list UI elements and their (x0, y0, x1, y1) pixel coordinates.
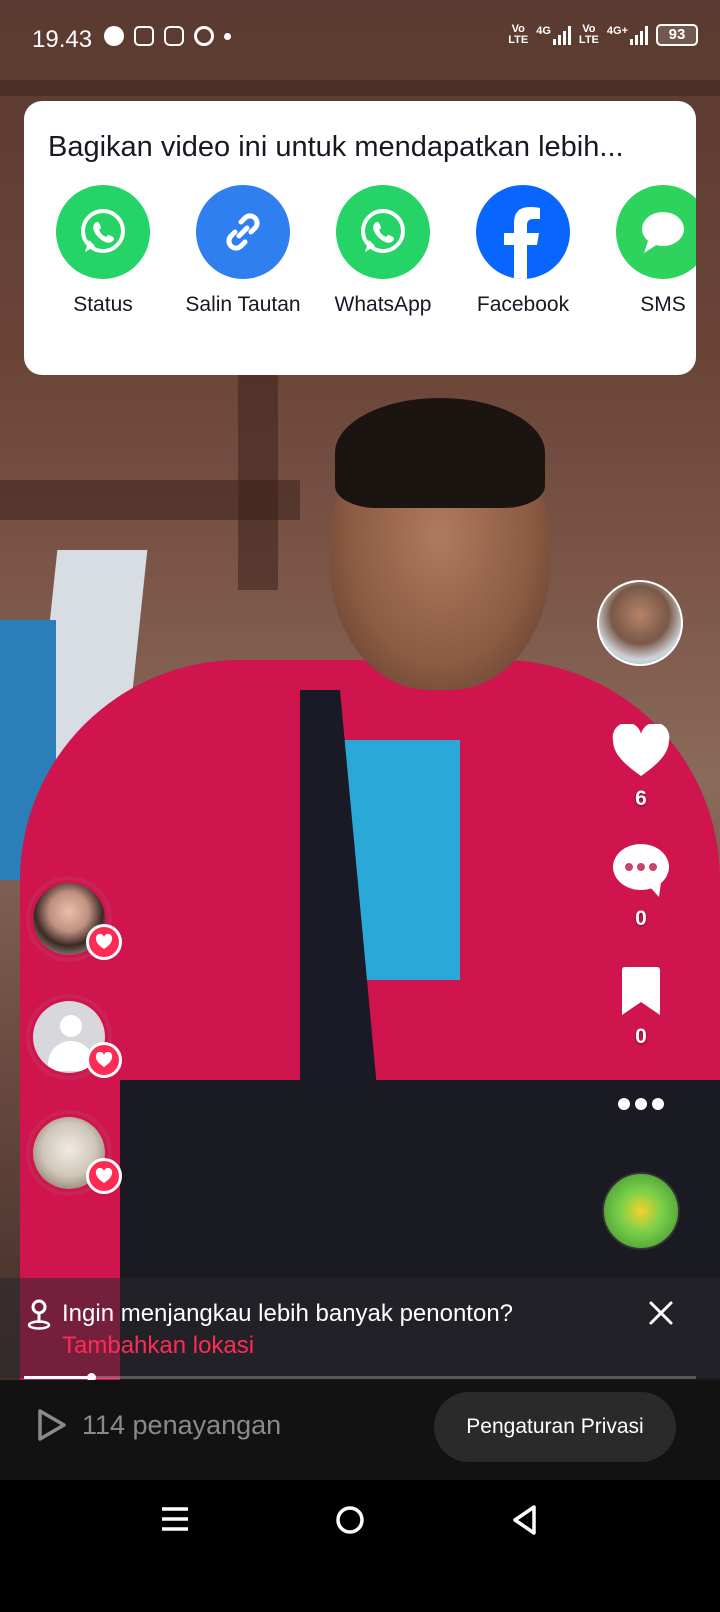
add-location-banner: Ingin menjangkau lebih banyak penonton? … (0, 1278, 720, 1378)
system-status-icons: Vo LTE 4G Vo LTE 4G+ 93 (508, 24, 698, 46)
whatsapp-status-icon (56, 185, 150, 279)
facebook-icon (476, 185, 570, 279)
bookmark-icon (622, 967, 660, 1015)
music-disc-icon[interactable] (602, 1172, 680, 1250)
whatsapp-icon (336, 185, 430, 279)
notification-app-icon (134, 26, 154, 46)
battery-indicator: 93 (656, 24, 698, 46)
view-count-text: 114 penayangan (82, 1409, 282, 1440)
liker-avatar (26, 1110, 122, 1196)
share-facebook-button[interactable]: Facebook (458, 185, 588, 317)
signal-2: 4G+ (607, 25, 648, 45)
comment-button[interactable]: 0 (600, 842, 682, 931)
location-pin-icon (27, 1299, 51, 1330)
heart-icon (612, 722, 670, 776)
liker-avatar (26, 876, 122, 962)
bottom-panel: 114 penayangan Pengaturan Privasi (0, 1380, 720, 1480)
status-time: 19.43 (32, 26, 93, 53)
link-icon (196, 185, 290, 279)
share-sheet: Bagikan video ini untuk mendapatkan lebi… (24, 101, 696, 375)
share-whatsapp-status-button[interactable]: Status (38, 185, 168, 317)
share-whatsapp-button[interactable]: WhatsApp (318, 185, 448, 317)
background-beam (238, 370, 278, 590)
heart-badge-icon (86, 1042, 122, 1078)
menu-icon[interactable] (160, 1504, 190, 1534)
share-copy-link-button[interactable]: Salin Tautan (178, 185, 308, 317)
notification-circle-icon (104, 26, 124, 46)
share-item-label: Status (73, 293, 133, 316)
add-location-link[interactable]: Tambahkan lokasi (62, 1332, 254, 1360)
status-bar: 19.43 Vo LTE 4G Vo LTE 4G+ 93 (0, 0, 720, 80)
save-count: 0 (635, 1025, 647, 1048)
like-count: 6 (635, 787, 647, 810)
video-subject-hair (335, 398, 545, 508)
share-sms-button[interactable]: SMS (598, 185, 696, 317)
privacy-settings-button[interactable]: Pengaturan Privasi (434, 1392, 676, 1462)
location-prompt-text: Ingin menjangkau lebih banyak penonton? (62, 1300, 514, 1327)
notification-icons (104, 26, 231, 46)
more-options-button[interactable] (600, 1096, 682, 1117)
like-button[interactable]: 6 (600, 722, 682, 811)
signal-bars-1-icon (552, 25, 571, 45)
heart-badge-icon (86, 1158, 122, 1194)
share-sheet-title: Bagikan video ini untuk mendapatkan lebi… (48, 131, 624, 163)
notification-ring-icon (194, 26, 214, 46)
instagram-icon (164, 26, 184, 46)
play-icon (38, 1409, 66, 1441)
heart-badge-icon (86, 924, 122, 960)
share-item-label: WhatsApp (334, 293, 432, 316)
view-count: 114 penayangan (36, 1408, 281, 1442)
close-icon[interactable] (648, 1300, 674, 1326)
signal-1: 4G (536, 25, 571, 45)
video-progress-bar[interactable] (24, 1373, 696, 1382)
video-progress-fill (24, 1376, 92, 1379)
sms-icon (616, 185, 696, 279)
back-icon[interactable] (510, 1504, 540, 1536)
background-plank (0, 80, 720, 96)
liker-avatar-placeholder (26, 994, 122, 1080)
save-button[interactable]: 0 (600, 966, 682, 1049)
comment-icon (613, 844, 669, 897)
more-dots-icon (618, 1098, 664, 1110)
share-item-label: SMS (640, 293, 686, 316)
volte-1-indicator: Vo LTE (508, 23, 529, 46)
comment-count: 0 (635, 907, 647, 930)
more-notifications-dot-icon (224, 32, 231, 40)
home-icon[interactable] (334, 1504, 366, 1536)
share-item-label: Facebook (476, 293, 570, 316)
volte-2-indicator: Vo LTE (578, 23, 599, 46)
signal-bars-2-icon (630, 25, 648, 45)
system-navigation-bar (0, 1480, 720, 1612)
creator-avatar[interactable] (597, 580, 683, 666)
share-item-label: Salin Tautan (185, 293, 301, 316)
